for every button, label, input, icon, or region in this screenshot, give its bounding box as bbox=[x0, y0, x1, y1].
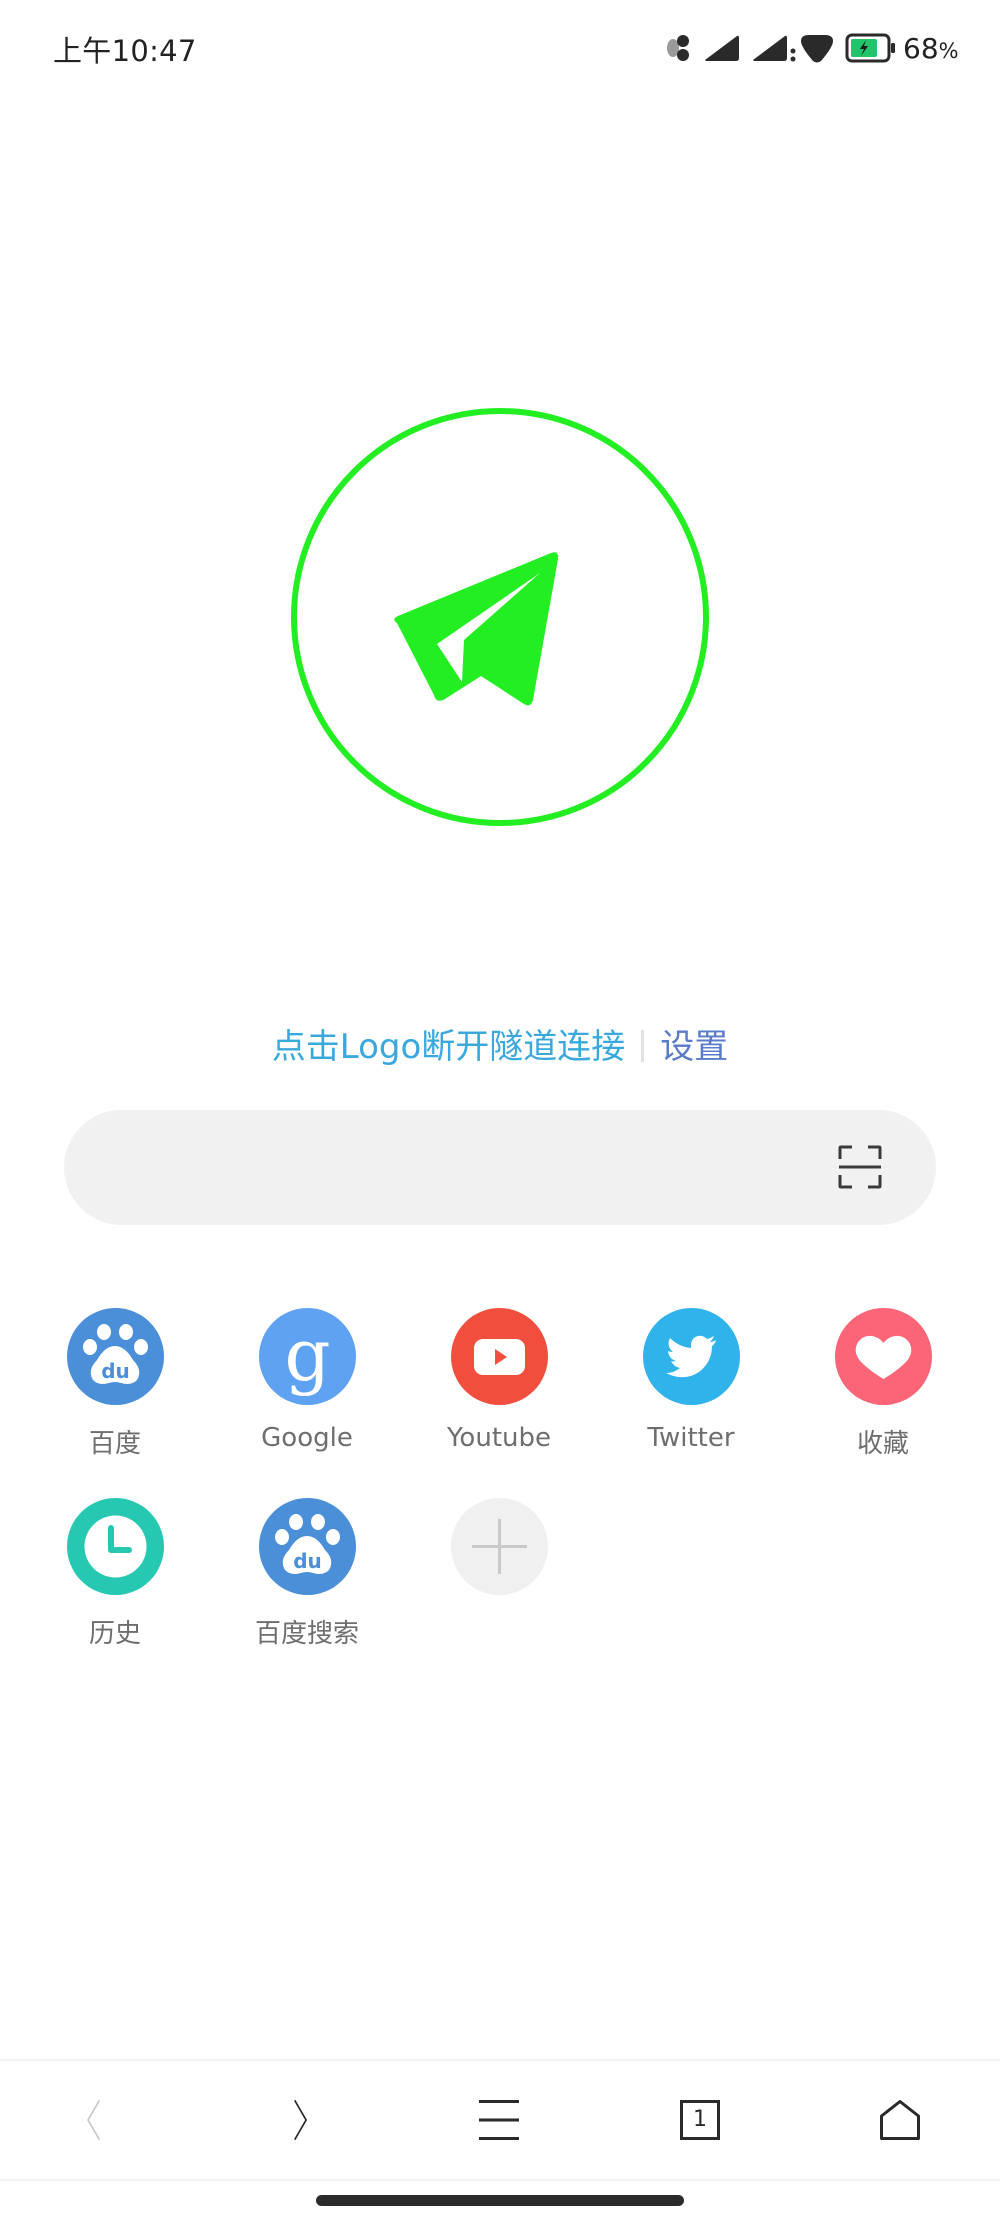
battery-percentage: 68% bbox=[903, 32, 959, 65]
scan-button[interactable] bbox=[830, 1137, 890, 1197]
svg-text:du: du bbox=[101, 1359, 130, 1383]
home-indicator[interactable] bbox=[316, 2195, 684, 2206]
svg-text:du: du bbox=[293, 1549, 322, 1573]
add-shortcut-button[interactable] bbox=[419, 1498, 579, 1668]
shortcut-youtube[interactable]: Youtube bbox=[419, 1308, 579, 1478]
shortcut-label: 百度搜索 bbox=[254, 1619, 359, 1649]
shortcut-history[interactable]: 历史 bbox=[35, 1498, 195, 1668]
home-button[interactable] bbox=[840, 2061, 960, 2179]
tunnel-status-line: 点击Logo断开隧道连接 设置 bbox=[0, 1022, 1000, 1072]
status-time: 上午10:47 bbox=[53, 34, 197, 68]
search-input[interactable] bbox=[114, 1110, 818, 1227]
battery-unit: % bbox=[938, 38, 959, 63]
tab-count: 1 bbox=[693, 2107, 707, 2132]
tabs-button[interactable]: 1 bbox=[640, 2061, 760, 2179]
shortcut-twitter[interactable]: Twitter bbox=[611, 1308, 771, 1478]
shortcut-google[interactable]: g Google bbox=[227, 1308, 387, 1478]
settings-link[interactable]: 设置 bbox=[660, 1027, 728, 1067]
search-bar bbox=[64, 1110, 936, 1227]
menu-button[interactable] bbox=[439, 2061, 559, 2179]
logo-tunnel-button[interactable] bbox=[291, 408, 709, 826]
twitter-bird-icon bbox=[643, 1308, 740, 1405]
divider bbox=[641, 1030, 645, 1062]
chevron-left-icon bbox=[87, 2100, 100, 2140]
paper-plane-icon bbox=[394, 552, 559, 706]
signal-icon bbox=[705, 35, 739, 61]
battery-charging-icon bbox=[845, 33, 895, 63]
shortcut-baidu-search[interactable]: du 百度搜索 bbox=[227, 1498, 387, 1668]
shortcut-label: 历史 bbox=[88, 1619, 141, 1649]
forward-button[interactable] bbox=[243, 2061, 363, 2179]
shortcut-label: Youtube bbox=[447, 1423, 551, 1453]
back-button[interactable] bbox=[37, 2061, 157, 2179]
plus-icon bbox=[451, 1498, 548, 1595]
bottom-navigation: 1 bbox=[0, 2059, 1000, 2181]
home-icon bbox=[880, 2100, 920, 2140]
shortcut-label: 收藏 bbox=[856, 1429, 909, 1459]
bluetooth-icon bbox=[667, 35, 689, 61]
shortcut-label: Twitter bbox=[647, 1423, 735, 1453]
google-g-icon: g bbox=[259, 1308, 356, 1405]
scan-icon bbox=[838, 1145, 882, 1189]
chevron-right-icon bbox=[294, 2100, 307, 2140]
svg-text:g: g bbox=[284, 1313, 330, 1397]
wifi-icon bbox=[801, 35, 833, 63]
baidu-paw-icon: du bbox=[67, 1308, 164, 1405]
shortcut-label: 百度 bbox=[88, 1429, 141, 1459]
heart-icon bbox=[835, 1308, 932, 1405]
shortcut-label: Google bbox=[261, 1423, 353, 1453]
status-icons: 68% bbox=[665, 30, 959, 66]
shortcut-baidu[interactable]: du 百度 bbox=[35, 1308, 195, 1478]
youtube-play-icon bbox=[451, 1308, 548, 1405]
disconnect-tunnel-link[interactable]: 点击Logo断开隧道连接 bbox=[272, 1027, 626, 1067]
clock-icon bbox=[67, 1498, 164, 1595]
signal-icon bbox=[753, 35, 796, 62]
menu-icon bbox=[479, 2100, 519, 2140]
baidu-paw-icon: du bbox=[259, 1498, 356, 1595]
shortcut-favorites[interactable]: 收藏 bbox=[803, 1308, 963, 1478]
battery-level: 68 bbox=[903, 31, 939, 65]
